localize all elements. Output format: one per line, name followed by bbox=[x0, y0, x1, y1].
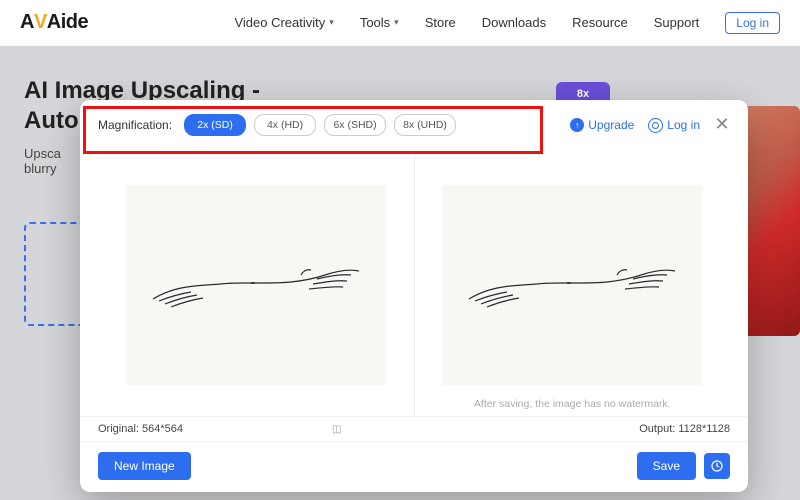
modal-header-right: ↑ Upgrade Log in ✕ bbox=[570, 117, 730, 133]
upgrade-icon: ↑ bbox=[570, 118, 584, 132]
upgrade-button[interactable]: ↑ Upgrade bbox=[570, 118, 634, 132]
modal-footer: New Image Save bbox=[80, 442, 748, 492]
hands-illustration bbox=[467, 261, 677, 309]
compare-toggle-icon[interactable]: ◫ bbox=[332, 424, 341, 435]
status-row: Original: 564*564 ◫ Output: 1128*1128 bbox=[80, 416, 748, 442]
output-dimensions: Output: 1128*1128 bbox=[639, 423, 730, 435]
nav-login-button[interactable]: Log in bbox=[725, 12, 780, 34]
nav-video-creativity[interactable]: Video Creativity▾ bbox=[234, 15, 333, 30]
brand-logo[interactable]: AVAide bbox=[20, 11, 88, 34]
magnification-label: Magnification: bbox=[98, 118, 172, 132]
user-icon bbox=[648, 118, 663, 133]
nav-support[interactable]: Support bbox=[654, 15, 700, 30]
magnification-4x[interactable]: 4x (HD) bbox=[254, 114, 316, 136]
upgrade-label: Upgrade bbox=[588, 118, 634, 132]
close-icon[interactable]: ✕ bbox=[714, 117, 730, 133]
magnification-group: Magnification: 2x (SD) 4x (HD) 6x (SHD) … bbox=[98, 114, 456, 136]
nav-downloads[interactable]: Downloads bbox=[482, 15, 546, 30]
nav-resource[interactable]: Resource bbox=[572, 15, 628, 30]
output-image bbox=[442, 185, 702, 385]
magnification-8x[interactable]: 8x (UHD) bbox=[394, 114, 456, 136]
chevron-down-icon: ▾ bbox=[329, 17, 334, 28]
hands-illustration bbox=[151, 261, 361, 309]
save-button[interactable]: Save bbox=[637, 452, 696, 480]
dashed-dropzone bbox=[24, 222, 82, 326]
new-image-button[interactable]: New Image bbox=[98, 452, 191, 480]
original-dimensions: Original: 564*564 bbox=[98, 423, 183, 435]
watermark-note: After saving, the image has no watermark… bbox=[474, 398, 671, 410]
nav-links: Video Creativity▾ Tools▾ Store Downloads… bbox=[234, 12, 780, 34]
original-panel bbox=[98, 154, 415, 416]
magnification-2x[interactable]: 2x (SD) bbox=[184, 114, 246, 136]
modal-login-button[interactable]: Log in bbox=[648, 118, 700, 133]
logo-part: Aide bbox=[47, 11, 88, 34]
logo-part: A bbox=[20, 11, 34, 34]
save-history-button[interactable] bbox=[704, 453, 730, 479]
upscale-modal: Magnification: 2x (SD) 4x (HD) 6x (SHD) … bbox=[80, 100, 748, 492]
chevron-down-icon: ▾ bbox=[394, 17, 399, 28]
output-panel: After saving, the image has no watermark… bbox=[415, 154, 731, 416]
magnification-6x[interactable]: 6x (SHD) bbox=[324, 114, 386, 136]
top-nav: AVAide Video Creativity▾ Tools▾ Store Do… bbox=[0, 0, 800, 46]
nav-tools[interactable]: Tools▾ bbox=[360, 15, 399, 30]
compare-panels: After saving, the image has no watermark… bbox=[98, 154, 730, 416]
original-image bbox=[126, 185, 386, 385]
nav-store[interactable]: Store bbox=[425, 15, 456, 30]
login-label: Log in bbox=[667, 118, 700, 132]
modal-header: Magnification: 2x (SD) 4x (HD) 6x (SHD) … bbox=[80, 100, 748, 154]
clock-icon bbox=[711, 460, 723, 472]
logo-v: V bbox=[34, 11, 47, 34]
